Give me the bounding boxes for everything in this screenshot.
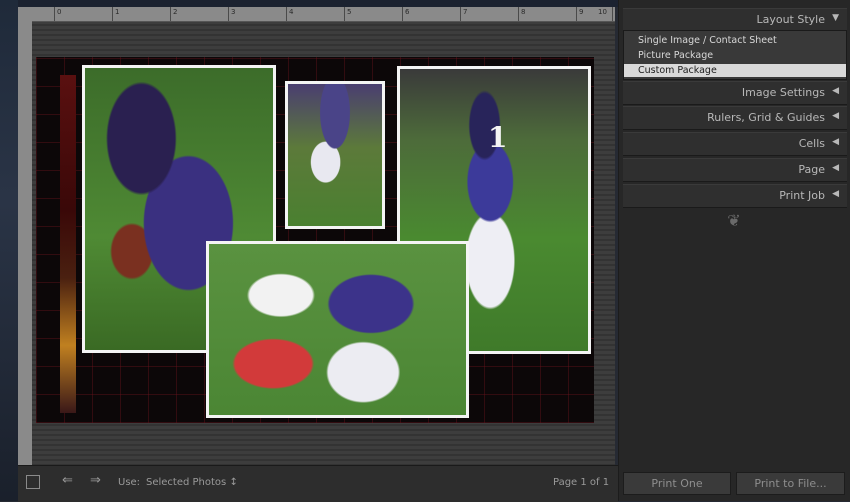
collapse-arrow-icon: ◀ <box>832 111 839 121</box>
collapse-arrow-icon: ◀ <box>832 189 839 199</box>
section-label: Image Settings <box>741 86 825 99</box>
ruler-number: 2 <box>173 8 178 16</box>
expand-down-icon: ▼ <box>832 13 839 23</box>
section-cells[interactable]: Cells ◀ <box>623 132 847 156</box>
layout-option-picture-package[interactable]: Picture Package <box>624 49 846 62</box>
ruler-tick <box>228 7 229 21</box>
ruler-corner <box>18 7 32 21</box>
layout-option-single-image[interactable]: Single Image / Contact Sheet <box>624 34 846 47</box>
ruler-number: 6 <box>405 8 410 16</box>
section-label: Page <box>798 163 825 176</box>
use-label: Use: <box>118 477 141 488</box>
ruler-number: 10 <box>598 8 607 16</box>
horizontal-ruler[interactable]: 0 1 2 3 4 5 6 7 8 9 10 <box>32 7 615 22</box>
section-label: Cells <box>798 137 825 150</box>
photo-cell-block[interactable] <box>206 241 469 418</box>
section-label: Rulers, Grid & Guides <box>707 111 825 124</box>
section-image-settings[interactable]: Image Settings ◀ <box>623 81 847 105</box>
ruler-tick <box>54 7 55 21</box>
layout-option-custom-package[interactable]: Custom Package <box>624 64 846 77</box>
ruler-number: 4 <box>289 8 294 16</box>
jersey-number: 1 <box>488 121 508 154</box>
section-rulers-grid-guides[interactable]: Rulers, Grid & Guides ◀ <box>623 106 847 130</box>
ruler-tick <box>402 7 403 21</box>
section-layout-style-label: Layout Style <box>756 13 825 26</box>
ruler-tick <box>170 7 171 21</box>
ruler-tick <box>460 7 461 21</box>
ruler-tick <box>286 7 287 21</box>
ruler-number: 3 <box>231 8 236 16</box>
ruler-number: 5 <box>347 8 352 16</box>
filmstrip-toolbar: ⇐ ⇒ Use: Selected Photos ↕ Page 1 of 1 <box>18 465 618 502</box>
ruler-tick <box>576 7 577 21</box>
right-panel: Layout Style ▼ Single Image / Contact Sh… <box>618 0 850 501</box>
ruler-number: 7 <box>463 8 468 16</box>
previous-arrow-icon[interactable]: ⇐ <box>62 473 73 488</box>
section-print-job[interactable]: Print Job ◀ <box>623 184 847 208</box>
collapse-arrow-icon: ◀ <box>832 86 839 96</box>
print-to-file-button[interactable]: Print to File... <box>736 472 845 495</box>
ruler-tick <box>112 7 113 21</box>
ruler-tick <box>344 7 345 21</box>
section-layout-style[interactable]: Layout Style ▼ <box>623 8 847 32</box>
decorative-text-strip <box>60 75 76 413</box>
ruler-tick <box>612 7 613 21</box>
layout-style-list: Single Image / Contact Sheet Picture Pac… <box>623 30 847 80</box>
grid-view-icon[interactable] <box>26 475 40 489</box>
section-page[interactable]: Page ◀ <box>623 158 847 182</box>
desktop-top-strip <box>18 0 618 7</box>
ruler-number: 9 <box>579 8 584 16</box>
collapse-arrow-icon: ◀ <box>832 163 839 173</box>
vertical-ruler[interactable] <box>18 21 32 465</box>
panel-end-ornament-icon: ❦ <box>727 211 741 230</box>
collapse-arrow-icon: ◀ <box>832 137 839 147</box>
ruler-tick <box>518 7 519 21</box>
photo-cell-team[interactable] <box>285 81 385 229</box>
page-indicator: Page 1 of 1 <box>553 477 610 488</box>
use-selector[interactable]: Selected Photos ↕ <box>146 477 238 488</box>
section-label: Print Job <box>779 189 825 202</box>
print-one-button[interactable]: Print One <box>623 472 731 495</box>
ruler-number: 0 <box>57 8 62 16</box>
desktop-background <box>0 0 18 501</box>
ruler-number: 1 <box>115 8 120 16</box>
next-arrow-icon[interactable]: ⇒ <box>90 473 101 488</box>
ruler-number: 8 <box>521 8 526 16</box>
